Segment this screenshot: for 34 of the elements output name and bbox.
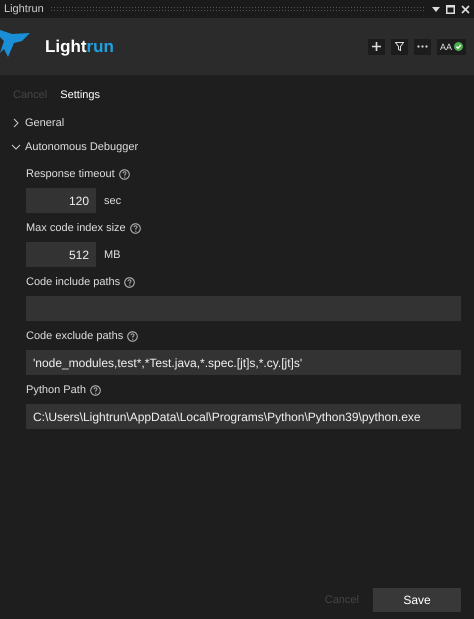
help-icon [124, 276, 136, 288]
more-button[interactable] [414, 38, 431, 54]
help-icon [130, 222, 141, 234]
nav-link[interactable]: Settings [60, 89, 100, 101]
field-label: Python Path [26, 384, 86, 396]
app-logo-text: Lightrun [45, 36, 115, 56]
dropdown-icon[interactable] [432, 6, 440, 12]
section-header[interactable]: General [0, 111, 474, 135]
help-icon [118, 168, 130, 180]
window-title: Lightrun [4, 3, 44, 15]
close-icon[interactable] [461, 4, 470, 14]
chevron-down-icon [11, 142, 21, 152]
maximize-icon[interactable] [446, 4, 455, 14]
help-icon [127, 330, 138, 342]
plus-icon [372, 42, 381, 51]
field-label: Code exclude paths [26, 330, 124, 342]
field-label: Code include paths [26, 276, 120, 288]
field-label: Response timeout [26, 168, 115, 180]
section-header[interactable]: Autonomous Debugger [0, 135, 474, 159]
more-icon [416, 45, 428, 48]
save-button[interactable]: Save [373, 588, 461, 612]
add-button[interactable] [368, 38, 385, 54]
field-label: Max code index size [26, 222, 126, 234]
unit-label: sec [104, 194, 122, 206]
help-icon [90, 384, 101, 396]
filter-icon [394, 42, 404, 51]
input-field[interactable]: 'node_modules,test*,*Test.java,*.spec.[jt]s,*.cy.[jt]s' [26, 350, 461, 375]
input-field[interactable]: 512 [26, 242, 96, 267]
filter-button[interactable] [390, 38, 408, 54]
unit-label: MB [104, 248, 120, 260]
chevron-right-icon [11, 118, 21, 128]
account-button[interactable]: AA [436, 38, 466, 54]
input-field[interactable]: C:\Users\Lightrun\AppData\Local\Programs\Python\Python39\python.exe [26, 404, 461, 429]
input-field[interactable]: 120 [26, 188, 96, 213]
